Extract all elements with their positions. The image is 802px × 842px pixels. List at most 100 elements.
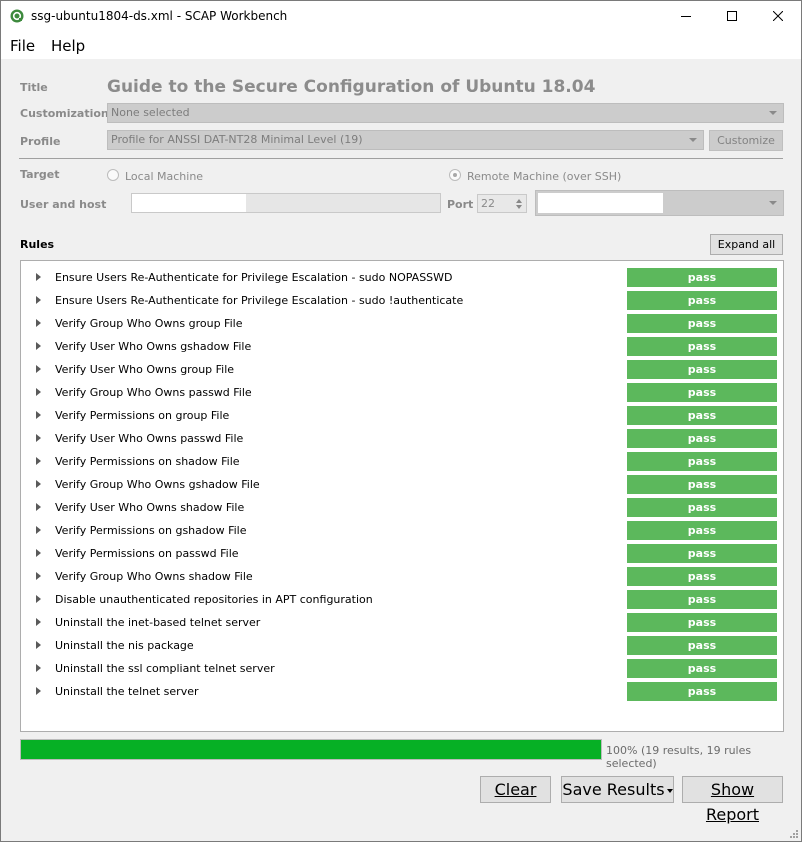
user-host-label: User and host: [20, 198, 107, 211]
expand-arrow-icon[interactable]: [36, 273, 41, 281]
expand-arrow-icon[interactable]: [36, 319, 41, 327]
rule-row[interactable]: Verify Permissions on shadow File pass: [21, 450, 783, 473]
expand-arrow-icon[interactable]: [36, 296, 41, 304]
rule-row[interactable]: Uninstall the nis package pass: [21, 634, 783, 657]
menu-file[interactable]: File: [10, 37, 35, 55]
expand-arrow-icon[interactable]: [36, 526, 41, 534]
rule-title: Verify Group Who Owns shadow File: [55, 570, 253, 583]
title-bar[interactable]: ssg-ubuntu1804-ds.xml - SCAP Workbench: [1, 1, 801, 31]
expand-arrow-icon[interactable]: [36, 388, 41, 396]
rules-tree[interactable]: Ensure Users Re-Authenticate for Privile…: [20, 260, 784, 732]
target-label: Target: [20, 168, 60, 181]
rule-title: Verify User Who Owns group File: [55, 363, 235, 376]
rule-row[interactable]: Verify User Who Owns gshadow File pass: [21, 335, 783, 358]
rule-row[interactable]: Verify Permissions on gshadow File pass: [21, 519, 783, 542]
chevron-down-icon: [769, 111, 777, 115]
user-host-input[interactable]: [131, 193, 441, 213]
remote-machine-radio[interactable]: [449, 169, 461, 181]
rule-title: Uninstall the nis package: [55, 639, 194, 652]
rule-title: Uninstall the inet-based telnet server: [55, 616, 261, 629]
rule-row[interactable]: Ensure Users Re-Authenticate for Privile…: [21, 266, 783, 289]
customize-button[interactable]: Customize: [709, 130, 783, 151]
window-title: ssg-ubuntu1804-ds.xml - SCAP Workbench: [31, 9, 288, 23]
minimize-icon: [681, 16, 691, 17]
profile-combo[interactable]: Profile for ANSSI DAT-NT28 Minimal Level…: [107, 130, 704, 150]
divider: [19, 158, 783, 159]
rule-row[interactable]: Verify Group Who Owns group File pass: [21, 312, 783, 335]
expand-arrow-icon[interactable]: [36, 342, 41, 350]
rule-row[interactable]: Verify User Who Owns shadow File pass: [21, 496, 783, 519]
rule-result-badge: pass: [627, 337, 777, 356]
local-machine-radio[interactable]: [107, 169, 119, 181]
rule-row[interactable]: Verify User Who Owns group File pass: [21, 358, 783, 381]
port-label: Port: [447, 198, 474, 211]
rule-title: Disable unauthenticated repositories in …: [55, 593, 373, 606]
rule-row[interactable]: Uninstall the inet-based telnet server pa…: [21, 611, 783, 634]
rule-result-badge: pass: [627, 636, 777, 655]
expand-arrow-icon[interactable]: [36, 595, 41, 603]
close-icon: [773, 11, 783, 21]
expand-arrow-icon[interactable]: [36, 664, 41, 672]
profile-value: Profile for ANSSI DAT-NT28 Minimal Level…: [111, 133, 363, 146]
rule-title: Ensure Users Re-Authenticate for Privile…: [55, 271, 453, 284]
guide-title: Guide to the Secure Configuration of Ubu…: [107, 77, 596, 97]
title-label: Title: [20, 81, 48, 94]
rule-result-badge: pass: [627, 475, 777, 494]
progress-text: 100% (19 results, 19 rules selected): [606, 744, 752, 770]
rule-title: Verify User Who Owns gshadow File: [55, 340, 252, 353]
expand-arrow-icon[interactable]: [36, 618, 41, 626]
menu-help[interactable]: Help: [51, 37, 85, 55]
rule-result-badge: pass: [627, 659, 777, 678]
ssh-key-combo[interactable]: [535, 190, 784, 216]
maximize-icon: [727, 11, 737, 21]
clear-button[interactable]: Clear: [480, 776, 551, 803]
rule-row[interactable]: Verify Permissions on group File pass: [21, 404, 783, 427]
chevron-down-icon: [769, 201, 777, 205]
menu-bar: File Help: [1, 31, 801, 59]
expand-arrow-icon[interactable]: [36, 641, 41, 649]
rule-row[interactable]: Verify Permissions on passwd File pass: [21, 542, 783, 565]
scan-progress-bar: [20, 739, 602, 760]
rule-title: Uninstall the telnet server: [55, 685, 199, 698]
customization-combo[interactable]: None selected: [107, 103, 784, 123]
rule-result-badge: pass: [627, 406, 777, 425]
port-value: 22: [481, 197, 495, 210]
expand-arrow-icon[interactable]: [36, 503, 41, 511]
rule-result-badge: pass: [627, 383, 777, 402]
spin-down-icon[interactable]: [516, 205, 522, 209]
spin-up-icon[interactable]: [516, 199, 522, 203]
rule-row[interactable]: Uninstall the ssl compliant telnet serve…: [21, 657, 783, 680]
expand-arrow-icon[interactable]: [36, 411, 41, 419]
resize-grip-icon[interactable]: [789, 829, 799, 839]
show-report-button[interactable]: Show Report: [682, 776, 783, 824]
rules-label: Rules: [20, 238, 55, 251]
show-report-label: Show Report: [705, 780, 760, 824]
port-spinbox[interactable]: 22: [477, 194, 527, 213]
expand-arrow-icon[interactable]: [36, 549, 41, 557]
expand-arrow-icon[interactable]: [36, 434, 41, 442]
expand-all-button[interactable]: Expand all: [710, 234, 783, 255]
rule-row[interactable]: Verify User Who Owns passwd File pass: [21, 427, 783, 450]
rule-row[interactable]: Verify Group Who Owns gshadow File pass: [21, 473, 783, 496]
expand-arrow-icon[interactable]: [36, 365, 41, 373]
expand-arrow-icon[interactable]: [36, 457, 41, 465]
app-window: ssg-ubuntu1804-ds.xml - SCAP Workbench F…: [0, 0, 802, 842]
rule-row[interactable]: Verify Group Who Owns shadow File pass: [21, 565, 783, 588]
expand-arrow-icon[interactable]: [36, 687, 41, 695]
rule-row[interactable]: Verify Group Who Owns passwd File pass: [21, 381, 783, 404]
rule-row[interactable]: Disable unauthenticated repositories in …: [21, 588, 783, 611]
minimize-button[interactable]: [663, 1, 709, 31]
rule-result-badge: pass: [627, 682, 777, 701]
local-machine-label: Local Machine: [125, 170, 204, 183]
customization-value: None selected: [111, 106, 190, 119]
rule-title: Verify Group Who Owns group File: [55, 317, 243, 330]
expand-arrow-icon[interactable]: [36, 480, 41, 488]
rule-row[interactable]: Ensure Users Re-Authenticate for Privile…: [21, 289, 783, 312]
close-button[interactable]: [755, 1, 801, 31]
maximize-button[interactable]: [709, 1, 755, 31]
rule-title: Uninstall the ssl compliant telnet serve…: [55, 662, 275, 675]
save-results-button[interactable]: Save Results: [561, 776, 674, 803]
dropdown-arrow-icon: [666, 788, 673, 793]
rule-row[interactable]: Uninstall the telnet server pass: [21, 680, 783, 703]
expand-arrow-icon[interactable]: [36, 572, 41, 580]
